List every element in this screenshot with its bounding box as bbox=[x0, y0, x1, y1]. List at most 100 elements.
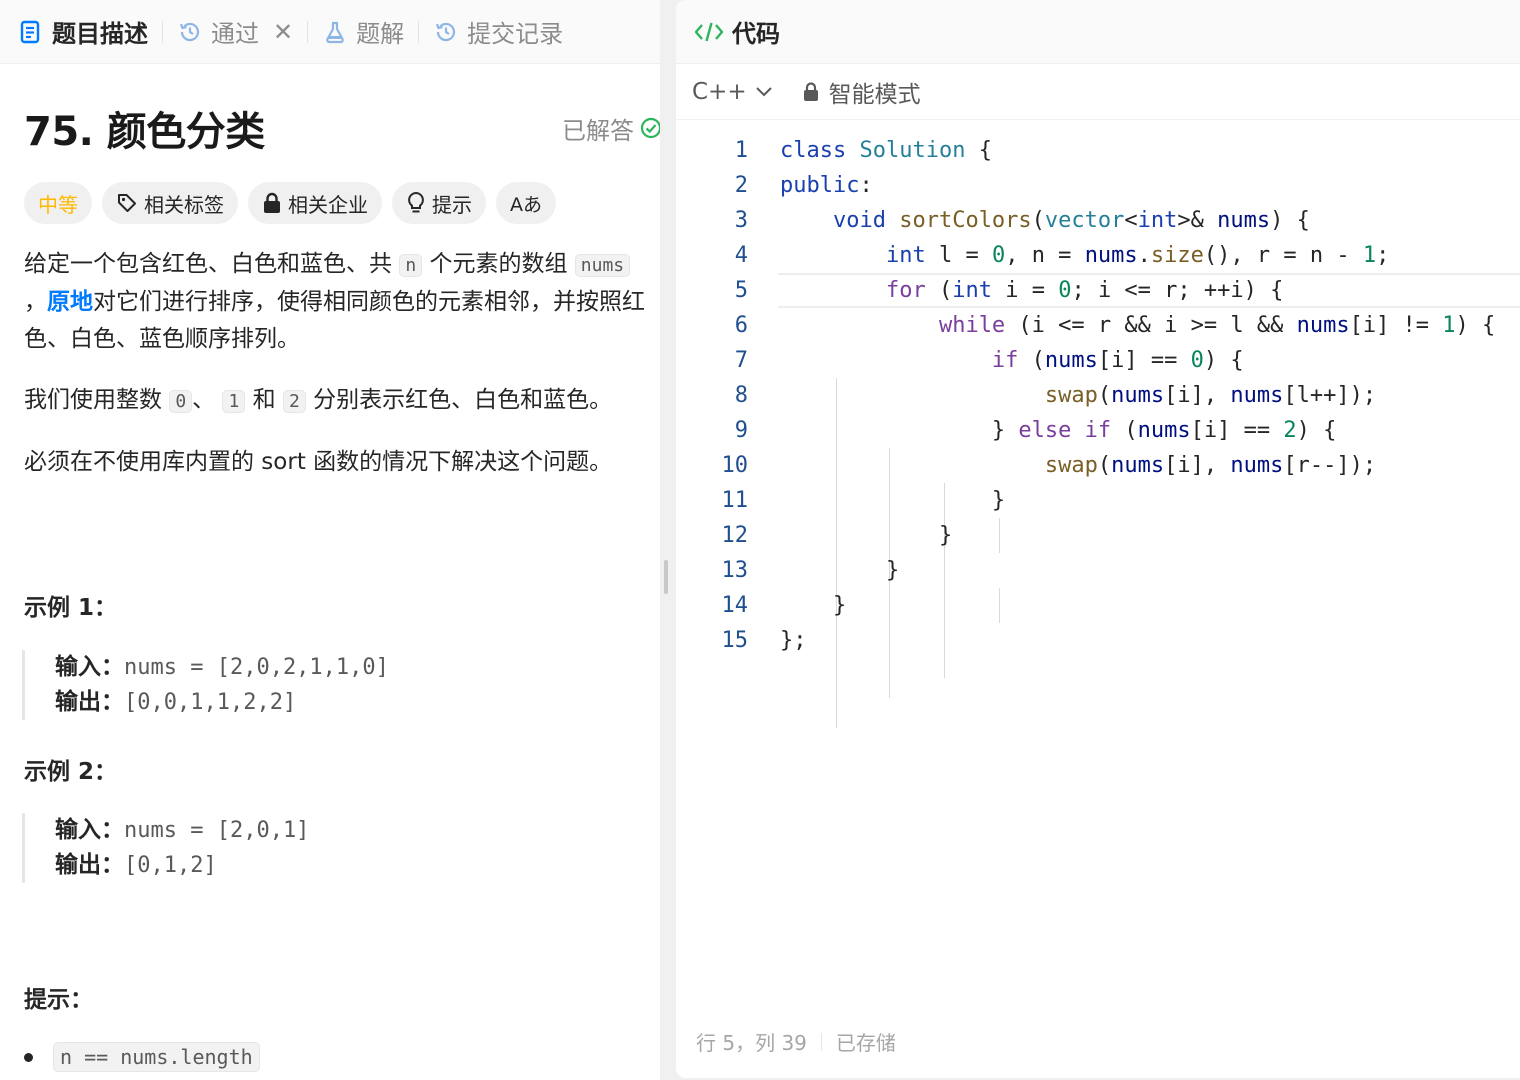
related-companies-button[interactable]: 相关企业 bbox=[248, 182, 382, 224]
difficulty-badge: 中等 bbox=[24, 182, 92, 224]
tab-description-label: 题目描述 bbox=[52, 20, 148, 48]
font-toggle-button[interactable]: Aあ bbox=[496, 182, 556, 224]
code-line: 11 } bbox=[676, 483, 1520, 518]
tab-description[interactable]: 题目描述 bbox=[18, 0, 148, 64]
history-icon bbox=[177, 19, 203, 45]
code-line: 7 if (nums[i] == 0) { bbox=[676, 343, 1520, 378]
status-divider bbox=[820, 1032, 822, 1051]
cursor-position[interactable]: 行 5，列 39 bbox=[696, 1027, 807, 1056]
description-paragraph: 必须在不使用库内置的 sort 函数的情况下解决这个问题。 bbox=[24, 449, 613, 475]
smart-mode-toggle[interactable]: 智能模式 bbox=[803, 75, 921, 109]
problem-tabs: 题目描述 通过 ✕ 题解 提交记录 bbox=[0, 0, 660, 64]
hint-button[interactable]: 提示 bbox=[392, 182, 486, 224]
tab-solutions-label: 题解 bbox=[356, 20, 405, 48]
code-text: } else if (nums[i] == 2) { bbox=[780, 418, 1337, 443]
code-text: } bbox=[780, 593, 847, 618]
check-circle-icon bbox=[640, 117, 660, 139]
problem-content: 75. 颜色分类 已解答 中等 相关标签 相关企业 提示 Aあ 给定一个包含红色… bbox=[24, 100, 660, 505]
description-paragraph: 我们使用整数 0、 1 和 2 分别表示红色、白色和蓝色。 bbox=[24, 387, 613, 413]
code-line: 10 swap(nums[i], nums[r--]); bbox=[676, 448, 1520, 483]
chevron-down-icon bbox=[755, 86, 772, 96]
save-status: 已存储 bbox=[835, 1031, 896, 1055]
constraint-item: n == nums.length bbox=[24, 1042, 260, 1072]
code-text: } bbox=[780, 488, 1006, 513]
code-text: } bbox=[780, 558, 900, 583]
code-panel-header: 代码 bbox=[676, 0, 1520, 64]
related-tags-label: 相关标签 bbox=[144, 192, 224, 217]
panel-resize-handle[interactable] bbox=[664, 560, 668, 594]
code-text: public: bbox=[780, 173, 873, 198]
code-text: } bbox=[780, 523, 953, 548]
inline-code: 2 bbox=[282, 390, 306, 413]
problem-description: 给定一个包含红色、白色和蓝色、共 n 个元素的数组 nums ，原地对它们进行排… bbox=[24, 246, 654, 481]
code-text: int l = 0, n = nums.size(), r = n - 1; bbox=[885, 243, 1390, 268]
code-text: swap(nums[i], nums[r--]); bbox=[1044, 453, 1377, 478]
related-companies-label: 相关企业 bbox=[288, 192, 368, 217]
code-line: 15}; bbox=[676, 623, 1520, 658]
code-text: while (i <= r && i >= l && nums[i] != 1)… bbox=[938, 313, 1496, 338]
code-text: void sortColors(vector<int>& nums) { bbox=[832, 208, 1310, 233]
smart-mode-label: 智能模式 bbox=[828, 81, 921, 108]
inline-code: 0 bbox=[169, 390, 193, 413]
translate-icon: Aあ bbox=[510, 193, 542, 216]
code-line: 3 void sortColors(vector<int>& nums) { bbox=[676, 203, 1520, 238]
tab-passed[interactable]: 通过 ✕ bbox=[177, 0, 293, 64]
close-icon[interactable]: ✕ bbox=[273, 18, 293, 46]
language-select[interactable]: C++ bbox=[692, 79, 773, 105]
tab-divider bbox=[307, 20, 309, 43]
flask-icon bbox=[322, 19, 348, 45]
tab-divider bbox=[418, 20, 420, 43]
code-line: 1 class Solution { bbox=[676, 133, 1520, 168]
example-2-title: 示例 2： bbox=[24, 759, 118, 785]
solved-status: 已解答 bbox=[562, 111, 660, 146]
in-place-link[interactable]: 原地 bbox=[47, 289, 93, 315]
description-icon bbox=[18, 19, 44, 45]
tab-submissions[interactable]: 提交记录 bbox=[433, 0, 563, 64]
constraints-title: 提示： bbox=[24, 987, 93, 1013]
code-line: 12 } bbox=[676, 518, 1520, 553]
inline-code: n bbox=[399, 254, 423, 277]
code-text: if (nums[i] == 0) { bbox=[991, 348, 1244, 373]
history-icon bbox=[433, 19, 459, 45]
code-text: for (int i = 0; i <= r; ++i) { bbox=[885, 278, 1284, 303]
code-text: swap(nums[i], nums[l++]); bbox=[1044, 383, 1377, 408]
code-line: 8 swap(nums[i], nums[l++]); bbox=[676, 378, 1520, 413]
example-1-title: 示例 1： bbox=[24, 595, 118, 621]
editor-toolbar: C++ 智能模式 bbox=[676, 64, 1520, 120]
problem-title[interactable]: 75. 颜色分类 bbox=[24, 99, 265, 157]
constraint-code: n == nums.length bbox=[53, 1042, 260, 1072]
code-panel-title: 代码 bbox=[732, 20, 780, 48]
code-text: class Solution { bbox=[780, 138, 992, 163]
lock-icon bbox=[262, 192, 282, 214]
lightbulb-icon bbox=[406, 191, 426, 215]
language-label: C++ bbox=[692, 78, 747, 105]
bullet bbox=[24, 1052, 33, 1062]
solved-status-label: 已解答 bbox=[562, 116, 634, 145]
tab-divider bbox=[162, 20, 163, 43]
tags-row: 中等 相关标签 相关企业 提示 Aあ bbox=[24, 182, 660, 224]
example-1-block: 输入：nums = [2,0,2,1,1,0] 输出：[0,0,1,1,2,2] bbox=[22, 650, 389, 720]
lock-icon bbox=[803, 81, 818, 101]
code-line: 6 while (i <= r && i >= l && nums[i] != … bbox=[676, 308, 1520, 343]
hint-label: 提示 bbox=[432, 192, 472, 217]
tab-submissions-label: 提交记录 bbox=[467, 20, 564, 48]
example-2-block: 输入：nums = [2,0,1] 输出：[0,1,2] bbox=[22, 813, 309, 883]
code-text: }; bbox=[780, 628, 807, 653]
code-editor[interactable]: 1 class Solution { 2 public: 3 void sortCo… bbox=[676, 133, 1520, 728]
related-tags-button[interactable]: 相关标签 bbox=[102, 182, 238, 224]
inline-code: 1 bbox=[222, 390, 246, 413]
code-panel: 代码 C++ 智能模式 1 class Solution { 2 public: 3… bbox=[676, 0, 1520, 1078]
code-line: 4 int l = 0, n = nums.size(), r = n - 1; bbox=[676, 238, 1520, 273]
tab-solutions[interactable]: 题解 bbox=[322, 0, 404, 64]
title-row: 75. 颜色分类 已解答 bbox=[24, 100, 660, 156]
inline-code: nums bbox=[574, 254, 631, 277]
code-line: 9 } else if (nums[i] == 2) { bbox=[676, 413, 1520, 448]
code-line: 2 public: bbox=[676, 168, 1520, 203]
editor-status-bar: 行 5，列 39 已存储 bbox=[696, 1027, 896, 1056]
code-icon bbox=[694, 20, 724, 44]
tab-passed-label: 通过 bbox=[211, 20, 259, 48]
code-line: 14 } bbox=[676, 588, 1520, 623]
tag-icon bbox=[116, 192, 138, 214]
problem-panel: 题目描述 通过 ✕ 题解 提交记录 75. 颜色分类 已解答 中等 相关标签 相… bbox=[0, 0, 660, 1080]
description-paragraph: 给定一个包含红色、白色和蓝色、共 n 个元素的数组 nums ，原地对它们进行排… bbox=[24, 251, 645, 352]
